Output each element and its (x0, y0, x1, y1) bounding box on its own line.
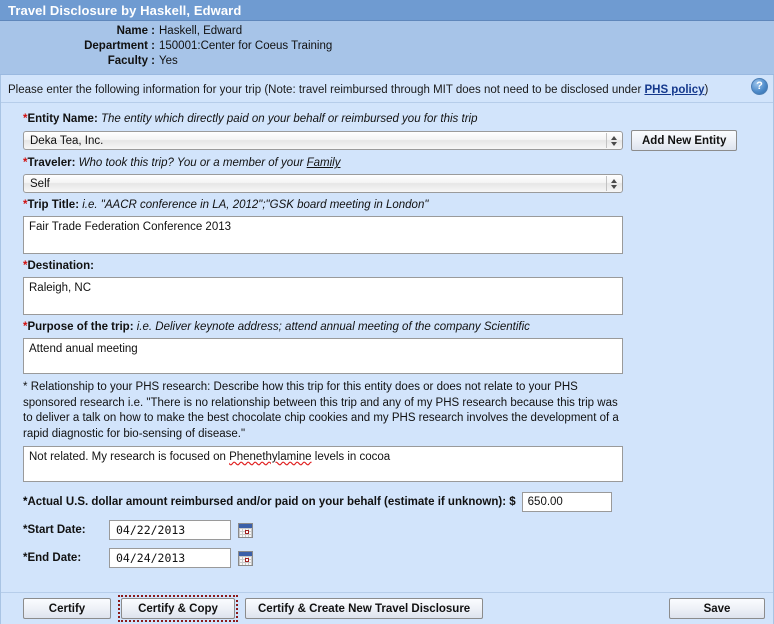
destination-label: *Destination: (23, 259, 773, 274)
save-button[interactable]: Save (669, 598, 765, 619)
relationship-value-misspelled: Phenethylamine (229, 451, 312, 463)
start-date-label: *Start Date: (23, 524, 109, 536)
field-relationship: * Relationship to your PHS research: Des… (1, 380, 773, 482)
info-row-faculty: Faculty : Yes (0, 54, 774, 69)
start-date-row: *Start Date: 04/22/2013 (23, 520, 773, 540)
destination-input[interactable]: Raleigh, NC (23, 277, 623, 315)
calendar-selected-day (245, 529, 249, 534)
traveler-select[interactable]: Self (23, 174, 623, 193)
help-icon[interactable]: ? (751, 78, 768, 95)
relationship-label-text: Relationship to your PHS research: (30, 381, 211, 393)
trip-title-label-text: Trip Title: (27, 199, 80, 211)
window-title: Travel Disclosure by Haskell, Edward (8, 2, 242, 18)
info-label-faculty: Faculty (107, 55, 148, 67)
info-value-faculty: Yes (159, 55, 178, 67)
relationship-input[interactable]: Not related. My research is focused on P… (23, 446, 623, 482)
info-label-department: Department (84, 40, 148, 52)
entity-name-select[interactable]: Deka Tea, Inc. (23, 131, 623, 150)
field-end-date: *End Date: 04/24/2013 (1, 548, 773, 568)
phs-policy-link[interactable]: PHS policy (644, 84, 704, 96)
entity-name-label-text: Entity Name: (27, 113, 98, 125)
amount-label: Actual U.S. dollar amount reimbursed and… (27, 496, 516, 508)
chevron-updown-icon[interactable] (606, 176, 620, 191)
entity-name-hint: The entity which directly paid on your b… (100, 113, 478, 125)
notice-bar: Please enter the following information f… (1, 75, 773, 103)
relationship-value-before: Not related. My research is focused on (29, 451, 230, 463)
notice-text-before: Please enter the following information f… (8, 84, 645, 96)
certify-copy-focus-ring: Certify & Copy (118, 595, 238, 622)
relationship-value-after: levels in cocoa (311, 451, 391, 463)
field-destination: *Destination: Raleigh, NC (1, 259, 773, 315)
amount-input[interactable]: 650.00 (521, 492, 612, 512)
info-value-name: Haskell, Edward (159, 25, 243, 37)
notice-text-after: ) (704, 84, 709, 96)
traveler-label-text: Traveler: (27, 157, 76, 169)
entity-name-label: *Entity Name: The entity which directly … (23, 112, 773, 127)
required-marker: * (23, 381, 28, 393)
field-purpose: *Purpose of the trip: i.e. Deliver keyno… (1, 320, 773, 374)
person-info-panel: Name : Haskell, Edward Department : 1500… (0, 21, 774, 75)
calendar-icon[interactable] (238, 550, 253, 566)
info-colon: : (151, 25, 155, 37)
arrow-down-icon (610, 141, 617, 146)
info-colon: : (151, 40, 155, 52)
arrow-up-icon (610, 178, 617, 183)
info-row-department: Department : 150001:Center for Coeus Tra… (0, 39, 774, 54)
traveler-value: Self (30, 177, 50, 190)
relationship-label: * Relationship to your PHS research: Des… (23, 380, 623, 442)
end-date-label-text: End Date: (27, 552, 82, 564)
amount-row: * Actual U.S. dollar amount reimbursed a… (23, 492, 773, 512)
certify-button[interactable]: Certify (23, 598, 111, 619)
calendar-selected-day (245, 557, 249, 562)
trip-title-input[interactable]: Fair Trade Federation Conference 2013 (23, 216, 623, 254)
end-date-label: *End Date: (23, 552, 109, 564)
arrow-down-icon (610, 184, 617, 189)
trip-title-label: *Trip Title: i.e. "AACR conference in LA… (23, 198, 773, 213)
traveler-hint: Who took this trip? You or a member of y… (78, 157, 307, 169)
arrow-up-icon (610, 135, 617, 140)
info-row-name: Name : Haskell, Edward (0, 24, 774, 39)
destination-label-text: Destination: (27, 260, 94, 272)
window-titlebar: Travel Disclosure by Haskell, Edward (0, 0, 774, 21)
purpose-label: *Purpose of the trip: i.e. Deliver keyno… (23, 320, 773, 335)
purpose-input[interactable]: Attend anual meeting (23, 338, 623, 374)
end-date-row: *End Date: 04/24/2013 (23, 548, 773, 568)
purpose-label-text: Purpose of the trip: (27, 321, 134, 333)
info-value-department: 150001:Center for Coeus Training (159, 40, 333, 52)
calendar-icon[interactable] (238, 522, 253, 538)
field-traveler: *Traveler: Who took this trip? You or a … (1, 156, 773, 193)
end-date-input[interactable]: 04/24/2013 (109, 548, 231, 568)
field-amount: * Actual U.S. dollar amount reimbursed a… (1, 492, 773, 512)
info-label-name: Name (116, 25, 148, 37)
add-new-entity-button[interactable]: Add New Entity (631, 130, 738, 151)
start-date-label-text: Start Date: (27, 524, 86, 536)
chevron-updown-icon[interactable] (606, 133, 620, 148)
field-entity-name: *Entity Name: The entity which directly … (1, 112, 773, 151)
field-start-date: *Start Date: 04/22/2013 (1, 520, 773, 540)
info-colon: : (151, 55, 155, 67)
disclosure-form: * Entity Name: The entity which directly … (1, 103, 773, 568)
purpose-hint: i.e. Deliver keynote address; attend ann… (136, 321, 530, 333)
certify-and-copy-button[interactable]: Certify & Copy (121, 598, 235, 619)
traveler-label: *Traveler: Who took this trip? You or a … (23, 156, 773, 171)
entity-name-row: Deka Tea, Inc. Add New Entity (23, 130, 773, 151)
form-body: Please enter the following information f… (0, 75, 774, 624)
family-link[interactable]: Family (307, 157, 341, 169)
start-date-input[interactable]: 04/22/2013 (109, 520, 231, 540)
travel-disclosure-window: Travel Disclosure by Haskell, Edward Nam… (0, 0, 774, 624)
field-trip-title: *Trip Title: i.e. "AACR conference in LA… (1, 198, 773, 254)
trip-title-hint: i.e. "AACR conference in LA, 2012";"GSK … (82, 199, 429, 211)
entity-name-value: Deka Tea, Inc. (30, 134, 104, 147)
action-button-bar: Certify Certify & Copy Certify & Create … (1, 592, 773, 624)
certify-and-create-button[interactable]: Certify & Create New Travel Disclosure (245, 598, 484, 619)
